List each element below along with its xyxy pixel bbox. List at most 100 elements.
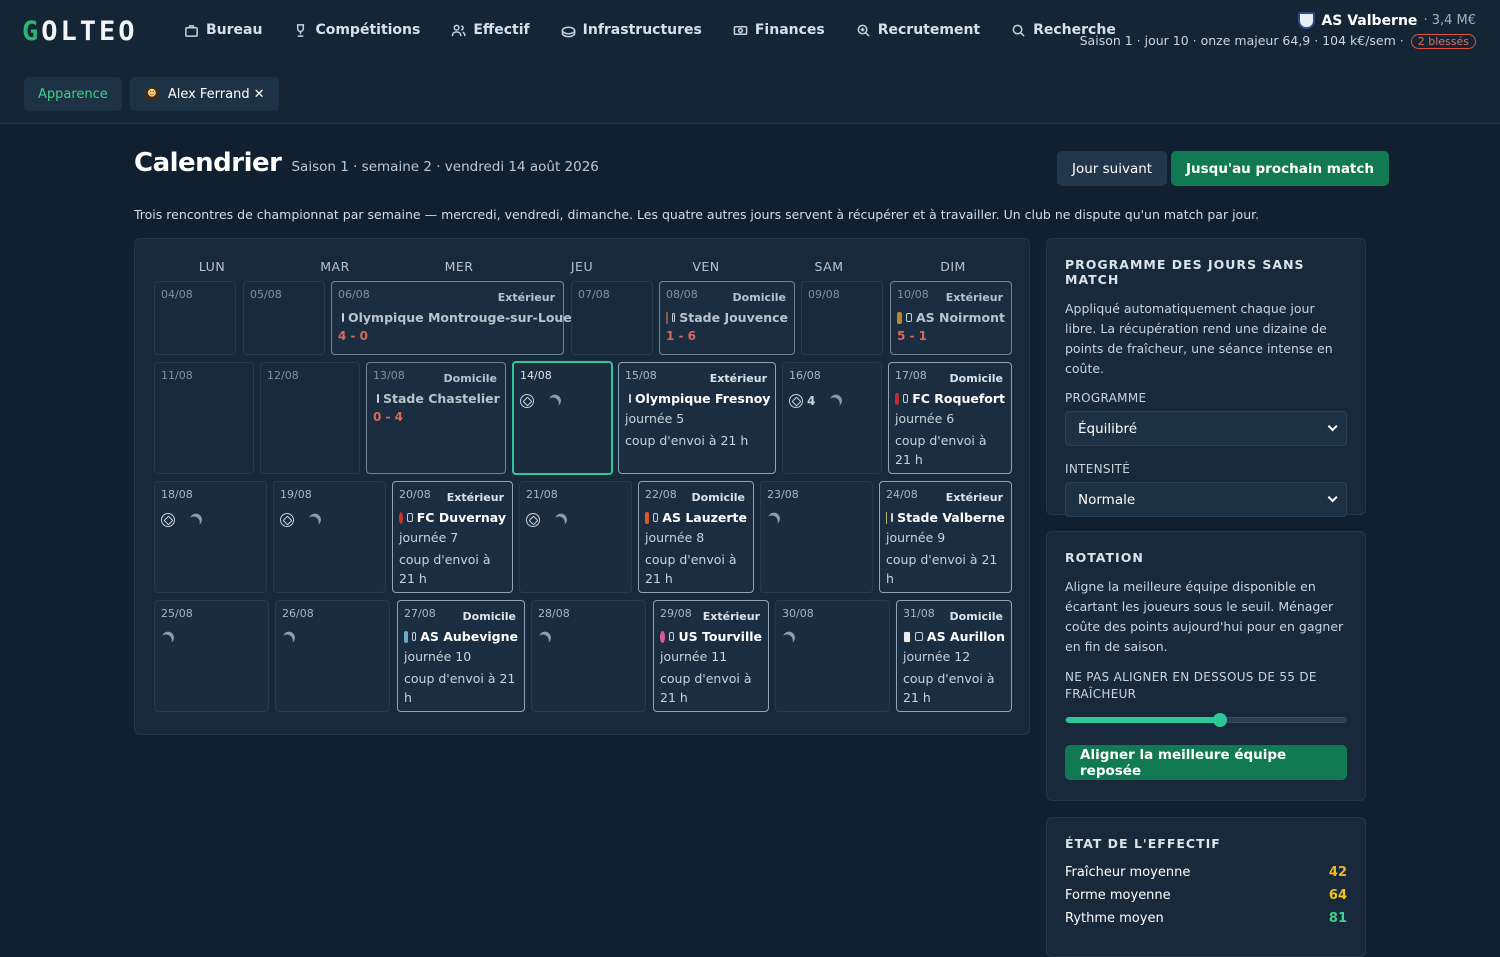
match-cell[interactable]: 31/08 Domicile AS Aurillon journée 12 coup d…	[896, 600, 1012, 712]
slider-handle[interactable]	[1213, 713, 1227, 727]
opponent-name: Stade Chastelier	[383, 391, 500, 406]
day-cell[interactable]: 28/08	[531, 600, 646, 712]
day-cell[interactable]: 04/08	[154, 281, 236, 355]
nav-competitions[interactable]: Compétitions	[293, 22, 420, 38]
match-cell[interactable]: 15/08 Extérieur Olympique Fresnoy journée 5…	[618, 362, 776, 474]
injury-badge[interactable]: 2 blessés	[1410, 34, 1476, 49]
match-score: 0 - 4	[373, 410, 404, 424]
slider-fill	[1066, 717, 1220, 723]
close-icon[interactable]: ✕	[254, 87, 265, 102]
club-crest-icon	[645, 511, 650, 524]
program-select[interactable]: Équilibré	[1065, 411, 1347, 446]
tv-icon	[411, 632, 417, 641]
search-icon	[1012, 24, 1025, 37]
next-match-button[interactable]: Jusqu'au prochain match	[1171, 151, 1389, 186]
club-crest-icon	[399, 511, 404, 524]
day-cell[interactable]: 30/08	[775, 600, 890, 712]
nav-effectif[interactable]: Effectif	[451, 22, 530, 38]
opponent-name: US Tourville	[678, 629, 762, 644]
day-cell[interactable]: 07/08	[571, 281, 653, 355]
stat-row: Forme moyenne 64	[1065, 888, 1347, 903]
app-logo[interactable]: GOLTEO	[22, 16, 138, 47]
opponent-name: AS Lauzerte	[662, 510, 747, 525]
briefcase-icon	[185, 24, 198, 37]
rest-icon	[764, 514, 779, 529]
intensity-select[interactable]: Normale	[1065, 482, 1347, 517]
tv-icon	[342, 313, 344, 322]
rest-icon	[279, 633, 294, 648]
training-icon	[161, 513, 175, 527]
day-cell[interactable]: 18/08	[154, 481, 267, 593]
opponent-name: Olympique Fresnoy	[635, 391, 771, 406]
day-cell[interactable]: 12/08	[260, 362, 360, 474]
match-cell[interactable]: 20/08 Extérieur FC Duvernay journée 7 coup d…	[392, 481, 513, 593]
round-label: journée 12	[903, 649, 971, 664]
match-cell[interactable]: 13/08 Domicile Stade Chastelier 0 - 4	[366, 362, 506, 474]
stat-value: 42	[1328, 865, 1347, 880]
squad-panel: ÉTAT DE L'EFFECTIF Fraîcheur moyenne 42 F…	[1046, 817, 1366, 957]
match-cell[interactable]: 24/08 Extérieur Stade Valberne journée 9 cou…	[879, 481, 1012, 593]
day-cell[interactable]: 05/08	[243, 281, 325, 355]
match-cell[interactable]: 29/08 Extérieur US Tourville journée 11 coup…	[653, 600, 769, 712]
intensity-label: INTENSITÉ	[1065, 462, 1131, 476]
day-cell[interactable]: 11/08	[154, 362, 254, 474]
match-cell[interactable]: 08/08 Domicile Stade Jouvence 1 - 6	[659, 281, 795, 355]
avatar: ☻	[143, 86, 160, 102]
appearance-tab[interactable]: Apparence	[24, 77, 122, 111]
align-rested-team-button[interactable]: Aligner la meilleure équipe reposée	[1065, 745, 1347, 780]
session-count: 4	[807, 394, 816, 408]
training-icon	[789, 394, 803, 408]
club-crest-icon	[897, 311, 903, 324]
tv-icon	[671, 313, 676, 322]
weekday-header: DIM	[940, 259, 966, 274]
venue-label: Extérieur	[945, 491, 1003, 504]
match-cell[interactable]: 27/08 Domicile AS Aubevigne journée 10 coup …	[397, 600, 525, 712]
tv-icon	[407, 513, 413, 522]
opponent-name: AS Aurillon	[926, 629, 1005, 644]
venue-label: Domicile	[949, 372, 1003, 385]
panel-text: Aligne la meilleure équipe disponible en…	[1065, 579, 1344, 654]
tv-icon	[668, 632, 675, 641]
weekday-header: MAR	[320, 259, 350, 274]
match-cell[interactable]: 10/08 Extérieur AS Noirmont 5 - 1	[890, 281, 1012, 355]
user-tab[interactable]: ☻ Alex Ferrand ✕	[129, 77, 279, 111]
top-bar: GOLTEO Bureau Compétitions Effectif Infr…	[0, 0, 1500, 124]
day-cell-today[interactable]: 14/08	[512, 361, 613, 475]
match-score: 5 - 1	[897, 329, 928, 343]
weekday-header: LUN	[198, 259, 226, 274]
round-label: journée 11	[660, 649, 728, 664]
tv-icon	[906, 313, 912, 322]
day-cell[interactable]: 26/08	[275, 600, 390, 712]
nav-finances[interactable]: Finances	[733, 22, 825, 38]
nav-bureau[interactable]: Bureau	[184, 22, 262, 38]
club-crest-icon	[895, 392, 900, 405]
tv-icon	[377, 394, 379, 403]
day-cell[interactable]: 09/08	[801, 281, 883, 355]
freshness-threshold-slider[interactable]	[1065, 713, 1347, 727]
day-cell[interactable]: 25/08	[154, 600, 269, 712]
kickoff-label: coup d'envoi à 21 h	[886, 552, 998, 586]
day-cell[interactable]: 16/08 4	[782, 362, 882, 474]
stat-label: Fraîcheur moyenne	[1065, 865, 1191, 880]
venue-label: Domicile	[949, 610, 1003, 623]
nav-recrutement[interactable]: Recrutement	[856, 22, 980, 38]
round-label: journée 5	[625, 411, 685, 426]
club-crest-icon	[334, 314, 342, 321]
nav-infrastructures[interactable]: Infrastructures	[561, 22, 702, 38]
rest-icon	[779, 633, 794, 648]
day-cell[interactable]: 19/08	[273, 481, 386, 593]
club-summary[interactable]: AS Valberne · 3,4 M€ Saison 1 · jour 10 ·…	[1080, 12, 1476, 49]
match-cell[interactable]: 17/08 Domicile FC Roquefort journée 6 coup d…	[888, 362, 1012, 474]
weekday-header: VEN	[692, 259, 720, 274]
sub-tabs: Apparence ☻ Alex Ferrand ✕	[24, 77, 279, 111]
program-label: PROGRAMME	[1065, 391, 1147, 405]
club-crest-icon	[903, 630, 912, 643]
weekday-header: MER	[444, 259, 474, 274]
round-label: journée 10	[404, 649, 472, 664]
match-cell[interactable]: 22/08 Domicile AS Lauzerte journée 8 coup d'…	[638, 481, 754, 593]
day-cell[interactable]: 23/08	[760, 481, 873, 593]
next-day-button[interactable]: Jour suivant	[1057, 151, 1168, 186]
match-cell[interactable]: 06/08 Extérieur Olympique Montrouge-sur-Lo…	[331, 281, 572, 355]
chevron-down-icon	[1327, 492, 1338, 503]
day-cell[interactable]: 21/08	[519, 481, 632, 593]
